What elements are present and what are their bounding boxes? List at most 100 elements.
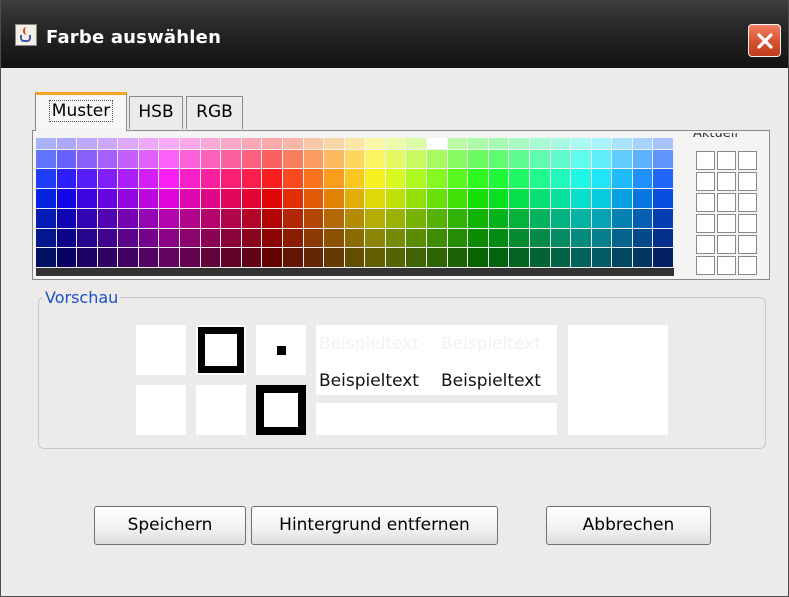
color-swatch[interactable] — [488, 208, 510, 229]
color-swatch[interactable] — [385, 208, 407, 229]
color-swatch[interactable] — [221, 208, 242, 229]
color-swatch[interactable] — [344, 228, 366, 249]
color-swatch[interactable] — [221, 248, 242, 268]
color-swatch[interactable] — [303, 228, 325, 249]
color-swatch[interactable] — [200, 228, 222, 249]
color-swatch[interactable] — [56, 208, 78, 229]
recent-color-cell[interactable] — [738, 256, 757, 275]
tab-hsb[interactable]: HSB — [129, 96, 183, 129]
color-swatch[interactable] — [36, 189, 57, 209]
color-swatch[interactable] — [447, 248, 469, 268]
color-swatch[interactable] — [159, 189, 181, 209]
color-swatch[interactable] — [385, 248, 407, 268]
color-swatch[interactable] — [200, 189, 222, 209]
color-swatch[interactable] — [180, 149, 201, 170]
color-swatch[interactable] — [118, 138, 139, 150]
title-bar[interactable]: Farbe auswählen — [1, 0, 788, 68]
color-swatch[interactable] — [344, 248, 366, 268]
color-swatch[interactable] — [365, 138, 386, 150]
color-swatch[interactable] — [138, 149, 160, 170]
recent-color-cell[interactable] — [696, 214, 715, 233]
color-swatch[interactable] — [653, 189, 674, 209]
color-swatch[interactable] — [406, 189, 428, 209]
color-swatch[interactable] — [36, 248, 57, 268]
color-swatch[interactable] — [324, 149, 345, 170]
color-swatch[interactable] — [36, 149, 57, 170]
color-swatch[interactable] — [550, 138, 572, 150]
color-swatch[interactable] — [282, 189, 304, 209]
color-swatch[interactable] — [159, 228, 181, 249]
color-swatch[interactable] — [550, 189, 572, 209]
color-swatch[interactable] — [159, 248, 181, 268]
recent-color-cell[interactable] — [696, 235, 715, 254]
color-swatch[interactable] — [365, 228, 386, 249]
color-swatch[interactable] — [200, 169, 222, 190]
color-swatch[interactable] — [571, 149, 592, 170]
recent-color-cell[interactable] — [717, 151, 736, 170]
color-swatch[interactable] — [159, 149, 181, 170]
color-swatch[interactable] — [180, 169, 201, 190]
color-swatch[interactable] — [550, 228, 572, 249]
color-swatch[interactable] — [77, 228, 98, 249]
color-swatch[interactable] — [262, 189, 283, 209]
color-swatch[interactable] — [591, 228, 613, 249]
color-swatch[interactable] — [488, 228, 510, 249]
color-swatch[interactable] — [406, 208, 428, 229]
color-swatch[interactable] — [77, 138, 98, 150]
color-swatch[interactable] — [180, 228, 201, 249]
color-swatch[interactable] — [632, 169, 654, 190]
color-swatch[interactable] — [262, 228, 283, 249]
color-swatch[interactable] — [303, 138, 325, 150]
color-swatch[interactable] — [488, 189, 510, 209]
color-swatch[interactable] — [447, 208, 469, 229]
color-swatch[interactable] — [262, 208, 283, 229]
color-swatch[interactable] — [180, 138, 201, 150]
color-swatch[interactable] — [118, 189, 139, 209]
color-swatch[interactable] — [529, 169, 551, 190]
recent-color-cell[interactable] — [717, 235, 736, 254]
color-swatch[interactable] — [221, 228, 242, 249]
recent-color-cell[interactable] — [717, 214, 736, 233]
color-swatch[interactable] — [550, 248, 572, 268]
color-swatch[interactable] — [632, 208, 654, 229]
color-swatch[interactable] — [509, 208, 530, 229]
color-swatch[interactable] — [591, 169, 613, 190]
color-swatch[interactable] — [97, 228, 119, 249]
color-swatch[interactable] — [97, 149, 119, 170]
color-swatch[interactable] — [550, 169, 572, 190]
color-swatch[interactable] — [118, 208, 139, 229]
color-swatch[interactable] — [241, 248, 263, 268]
color-swatch[interactable] — [97, 208, 119, 229]
close-button[interactable] — [748, 24, 781, 57]
color-swatch[interactable] — [427, 138, 448, 150]
color-swatch[interactable] — [36, 169, 57, 190]
color-swatch[interactable] — [385, 169, 407, 190]
color-swatch[interactable] — [571, 228, 592, 249]
color-swatch[interactable] — [385, 149, 407, 170]
color-swatch[interactable] — [529, 248, 551, 268]
color-swatch[interactable] — [509, 149, 530, 170]
color-swatch[interactable] — [365, 149, 386, 170]
color-swatch[interactable] — [138, 138, 160, 150]
color-swatch[interactable] — [468, 208, 489, 229]
color-swatch[interactable] — [324, 248, 345, 268]
color-swatch[interactable] — [427, 169, 448, 190]
color-swatch[interactable] — [180, 208, 201, 229]
color-swatch[interactable] — [241, 138, 263, 150]
color-swatch[interactable] — [138, 228, 160, 249]
color-swatch[interactable] — [262, 149, 283, 170]
color-swatch[interactable] — [344, 189, 366, 209]
color-swatch[interactable] — [56, 149, 78, 170]
color-swatch[interactable] — [529, 228, 551, 249]
color-swatch[interactable] — [653, 248, 674, 268]
color-swatch[interactable] — [241, 149, 263, 170]
color-swatch[interactable] — [282, 228, 304, 249]
recent-color-cell[interactable] — [738, 151, 757, 170]
color-swatch[interactable] — [180, 189, 201, 209]
color-swatch[interactable] — [97, 138, 119, 150]
color-swatch[interactable] — [632, 228, 654, 249]
color-swatch[interactable] — [221, 138, 242, 150]
color-swatch[interactable] — [36, 138, 57, 150]
color-swatch[interactable] — [303, 149, 325, 170]
color-swatch[interactable] — [118, 169, 139, 190]
